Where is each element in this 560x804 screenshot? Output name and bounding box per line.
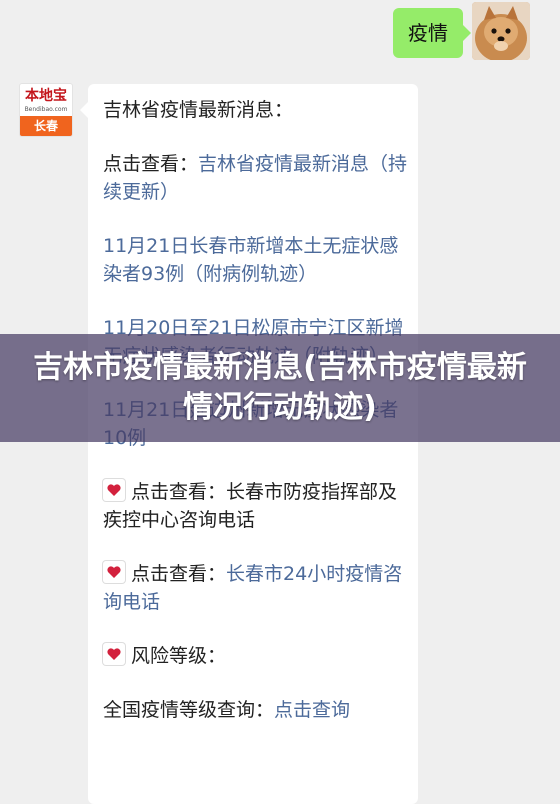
bendibao-avatar[interactable]: 本地宝 Bendibao.com 长春 xyxy=(20,84,72,136)
article-title-line: 吉林省疫情最新消息： xyxy=(103,99,294,121)
article-message-bubble[interactable]: 吉林省疫情最新消息： 点击查看：吉林省疫情最新消息（持续更新） 11月21日长春… xyxy=(80,84,418,804)
news-link-1[interactable]: 11月21日长春市新增本土无症状感染者93例（附病例轨迹） xyxy=(103,232,408,288)
article-national-line: 全国疫情等级查询：点击查询 xyxy=(103,696,408,724)
heart-letter-icon xyxy=(103,561,125,583)
article-item-1: 点击查看：长春市防疫指挥部及疾控中心咨询电话 xyxy=(103,478,408,534)
heart-letter-icon xyxy=(103,643,125,665)
check-prefix: 点击查看： xyxy=(103,153,199,175)
risk-label: 风险等级： xyxy=(131,645,227,667)
national-prefix: 全国疫情等级查询： xyxy=(103,699,275,721)
user-message-text: 疫情 xyxy=(408,21,448,45)
heart-letter-icon xyxy=(103,479,125,501)
item-2-prefix: 点击查看： xyxy=(131,563,227,585)
bendibao-logo-text: 本地宝 xyxy=(23,87,69,105)
pomeranian-photo xyxy=(472,2,530,60)
article-check-line: 点击查看：吉林省疫情最新消息（持续更新） xyxy=(103,150,408,206)
title-banner: 吉林市疫情最新消息(吉林市疫情最新情况行动轨迹) xyxy=(0,334,560,442)
chat-window: 疫情 本地宝 Bendibao.com 长春 吉林省疫情最新消息： 点击查看：吉… xyxy=(0,0,560,804)
overlay-title: 吉林市疫情最新消息(吉林市疫情最新情况行动轨迹) xyxy=(33,350,527,425)
article-risk-line: 风险等级： xyxy=(103,642,408,670)
user-message-bubble[interactable]: 疫情 xyxy=(393,8,471,58)
bendibao-logo-city: 长春 xyxy=(20,116,72,136)
article-item-2: 点击查看：长春市24小时疫情咨询电话 xyxy=(103,560,408,616)
user-avatar[interactable] xyxy=(472,2,530,60)
national-link[interactable]: 点击查询 xyxy=(274,699,350,721)
item-1-prefix: 点击查看： xyxy=(131,481,227,503)
bendibao-logo-url: Bendibao.com xyxy=(24,106,68,113)
